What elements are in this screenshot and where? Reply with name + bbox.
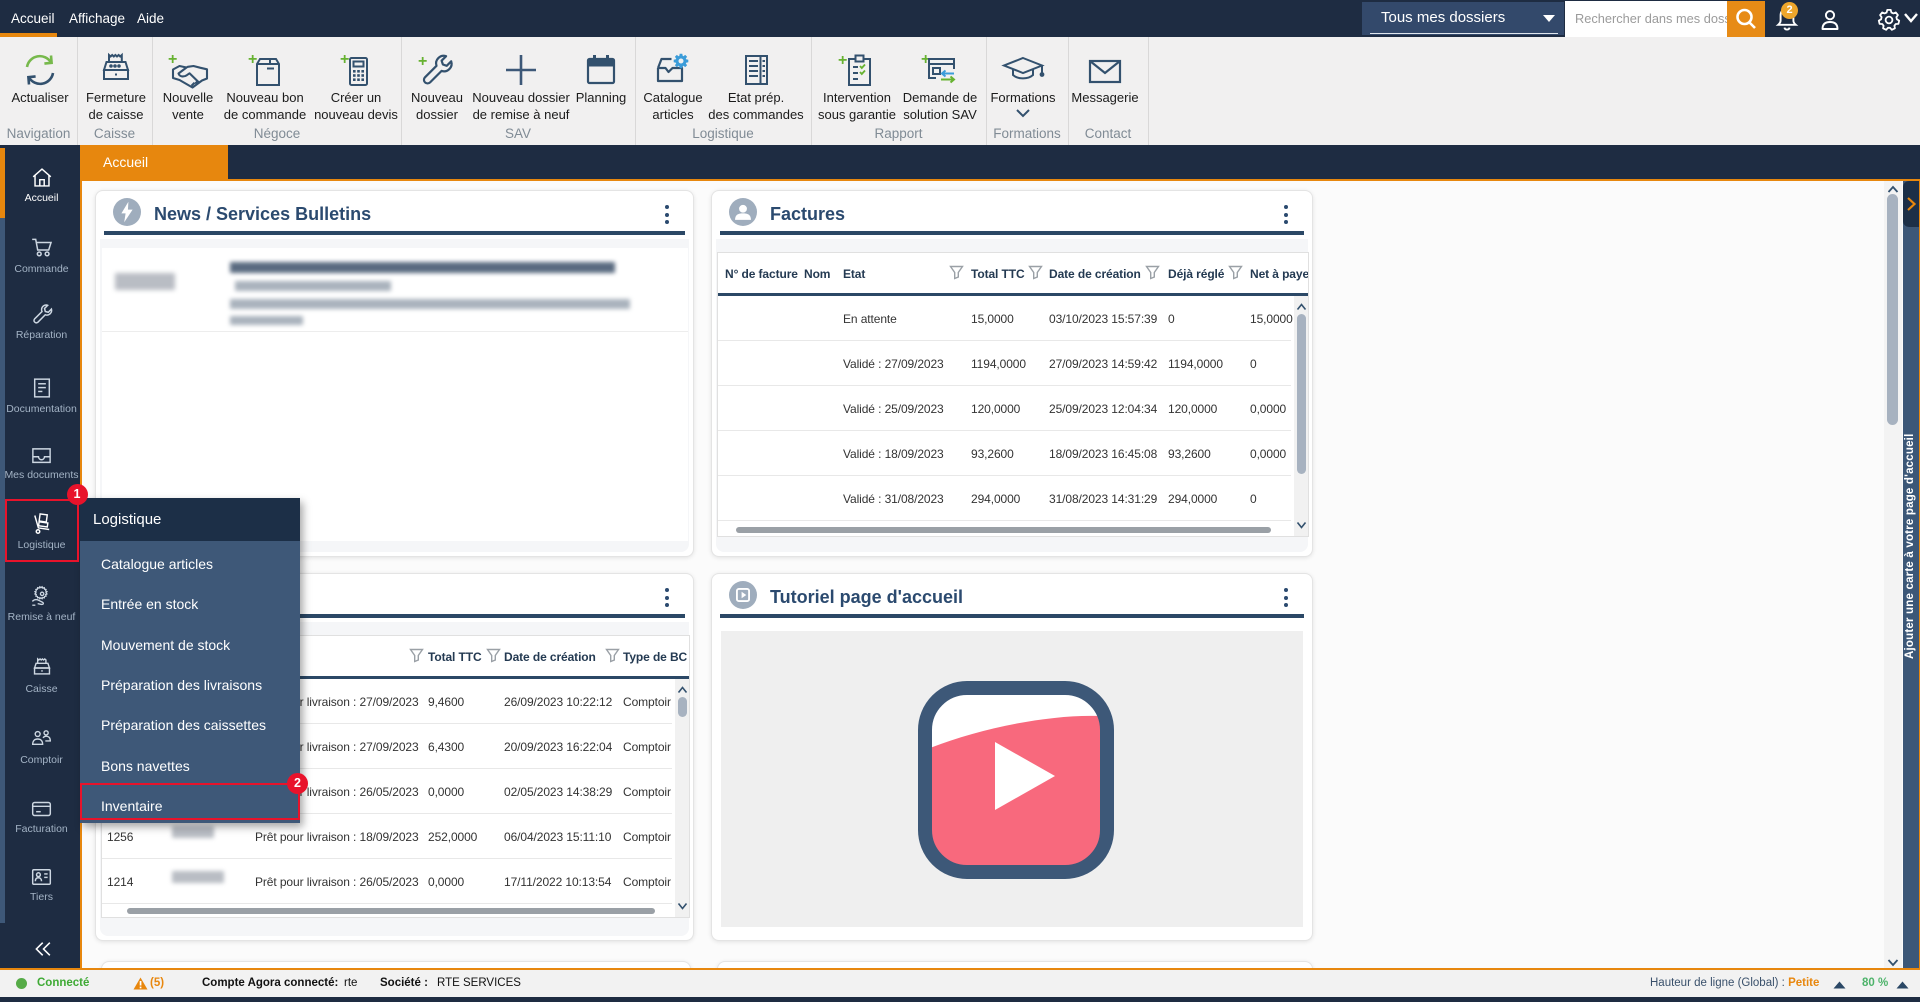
svg-text:+: +	[168, 52, 177, 68]
svg-text:+: +	[248, 52, 257, 68]
svg-text:+: +	[838, 52, 847, 69]
svg-text:+: +	[340, 52, 349, 68]
svg-text:+: +	[418, 53, 427, 70]
